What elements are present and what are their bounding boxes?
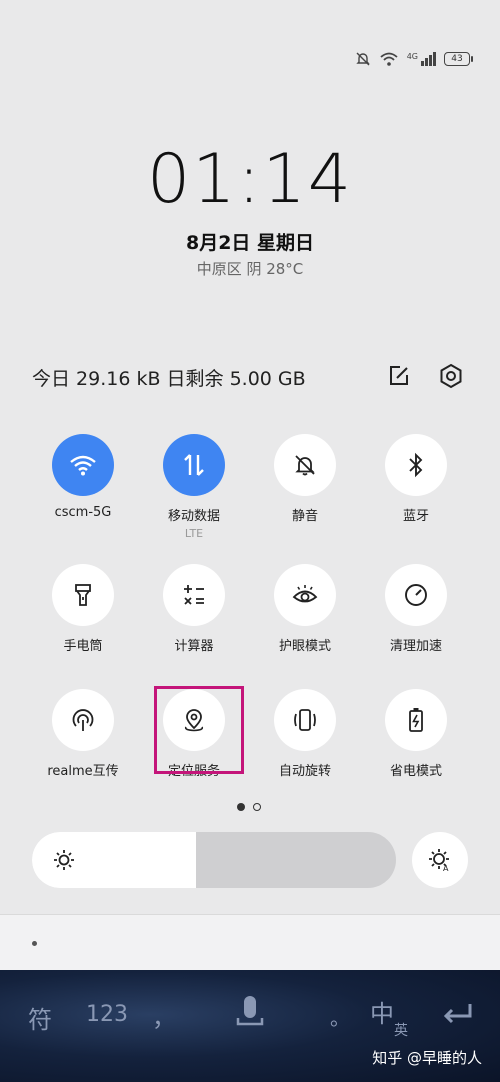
realme-share-tile-button[interactable]	[52, 689, 114, 751]
brightness-slider[interactable]	[32, 832, 396, 888]
watermark-text: 知乎 @早睡的人	[372, 1049, 482, 1067]
mobile-data-tile-button[interactable]	[163, 434, 225, 496]
network-type-label: 4G	[406, 52, 418, 61]
notification-dot	[32, 941, 37, 946]
rotate-icon	[294, 709, 316, 731]
auto-rotate-tile-button[interactable]	[274, 689, 336, 751]
auto-brightness-icon: A	[429, 849, 449, 873]
edit-icon[interactable]	[381, 358, 417, 394]
page-indicator	[237, 803, 261, 811]
battery-icon: 43	[444, 52, 473, 66]
settings-icon[interactable]	[433, 358, 469, 394]
bluetooth-icon	[409, 452, 423, 478]
mute-bell-icon	[356, 52, 370, 66]
numbers-key[interactable]: 123	[86, 1002, 128, 1027]
highlight-annotation	[154, 686, 244, 774]
page-dot-active	[237, 803, 245, 811]
data-usage-label: 今日 29.16 kB 日剩余 5.00 GB	[32, 368, 306, 390]
tile-label: 护眼模式	[278, 639, 331, 654]
brightness-icon	[54, 850, 74, 870]
eye-care-tile-button[interactable]	[274, 564, 336, 626]
tile-label: 省电模式	[389, 764, 442, 779]
tile-label: 蓝牙	[402, 509, 429, 524]
svg-text:A: A	[443, 864, 449, 873]
enter-key-icon[interactable]	[440, 1002, 474, 1032]
status-bar: 4G 43	[355, 48, 473, 70]
calculator-tile-button[interactable]	[163, 564, 225, 626]
mobile-data-icon	[184, 454, 204, 476]
tile-mute[interactable]: 静音	[250, 434, 360, 524]
mute-icon	[295, 455, 315, 476]
tile-label: 自动旋转	[278, 764, 331, 779]
mute-tile-button[interactable]	[274, 434, 336, 496]
cleanup-tile-button[interactable]	[385, 564, 447, 626]
weather-label: 中原区 阴 28°C	[196, 260, 304, 278]
battery-saver-tile-button[interactable]	[385, 689, 447, 751]
clock-time: 01:14	[147, 140, 353, 219]
tile-mobile-data[interactable]: 移动数据 LTE	[139, 434, 249, 540]
speedometer-icon	[405, 584, 427, 606]
tile-label: 静音	[291, 509, 318, 524]
tile-wifi[interactable]: cscm-5G	[28, 434, 138, 520]
tile-label: 手电筒	[63, 639, 103, 654]
date-label: 8月2日 星期日	[185, 232, 315, 254]
eye-icon	[292, 585, 318, 603]
battery-saver-icon	[409, 708, 423, 732]
tile-label: 清理加速	[389, 639, 442, 654]
tile-cleanup[interactable]: 清理加速	[361, 564, 471, 654]
chinese-mode-key[interactable]: 中	[370, 994, 394, 1029]
bluetooth-tile-button[interactable]	[385, 434, 447, 496]
signal-4g-icon: 4G	[407, 52, 436, 66]
english-mode-key[interactable]: 英	[394, 1020, 408, 1040]
tile-label: realme互传	[47, 764, 119, 779]
tile-bluetooth[interactable]: 蓝牙	[361, 434, 471, 524]
tile-realme-share[interactable]: realme互传	[28, 689, 138, 779]
comma-key[interactable]: ，	[152, 998, 176, 1033]
notification-area[interactable]	[0, 914, 500, 971]
tile-label: 移动数据	[167, 509, 220, 524]
keyboard-background: 符 123 ， 。 中 英 知乎 @早睡的人	[0, 970, 500, 1082]
wifi-icon	[70, 455, 96, 476]
tile-label: cscm-5G	[54, 505, 112, 520]
tile-eye-care[interactable]: 护眼模式	[250, 564, 360, 654]
wifi-icon	[380, 52, 398, 66]
flashlight-tile-button[interactable]	[52, 564, 114, 626]
tile-flashlight[interactable]: 手电筒	[28, 564, 138, 654]
tile-sublabel: LTE	[184, 527, 204, 540]
symbols-key[interactable]: 符	[28, 1000, 52, 1035]
flashlight-icon	[75, 584, 91, 606]
calculator-icon	[184, 585, 204, 605]
tile-calculator[interactable]: 计算器	[139, 564, 249, 654]
share-icon	[72, 709, 94, 731]
tile-label: 计算器	[174, 639, 214, 654]
microphone-icon[interactable]	[230, 992, 270, 1044]
tile-auto-rotate[interactable]: 自动旋转	[250, 689, 360, 779]
tile-battery-saver[interactable]: 省电模式	[361, 689, 471, 779]
page-dot	[253, 803, 261, 811]
period-key[interactable]: 。	[330, 1002, 350, 1031]
wifi-tile-button[interactable]	[52, 434, 114, 496]
auto-brightness-button[interactable]: A	[412, 832, 468, 888]
